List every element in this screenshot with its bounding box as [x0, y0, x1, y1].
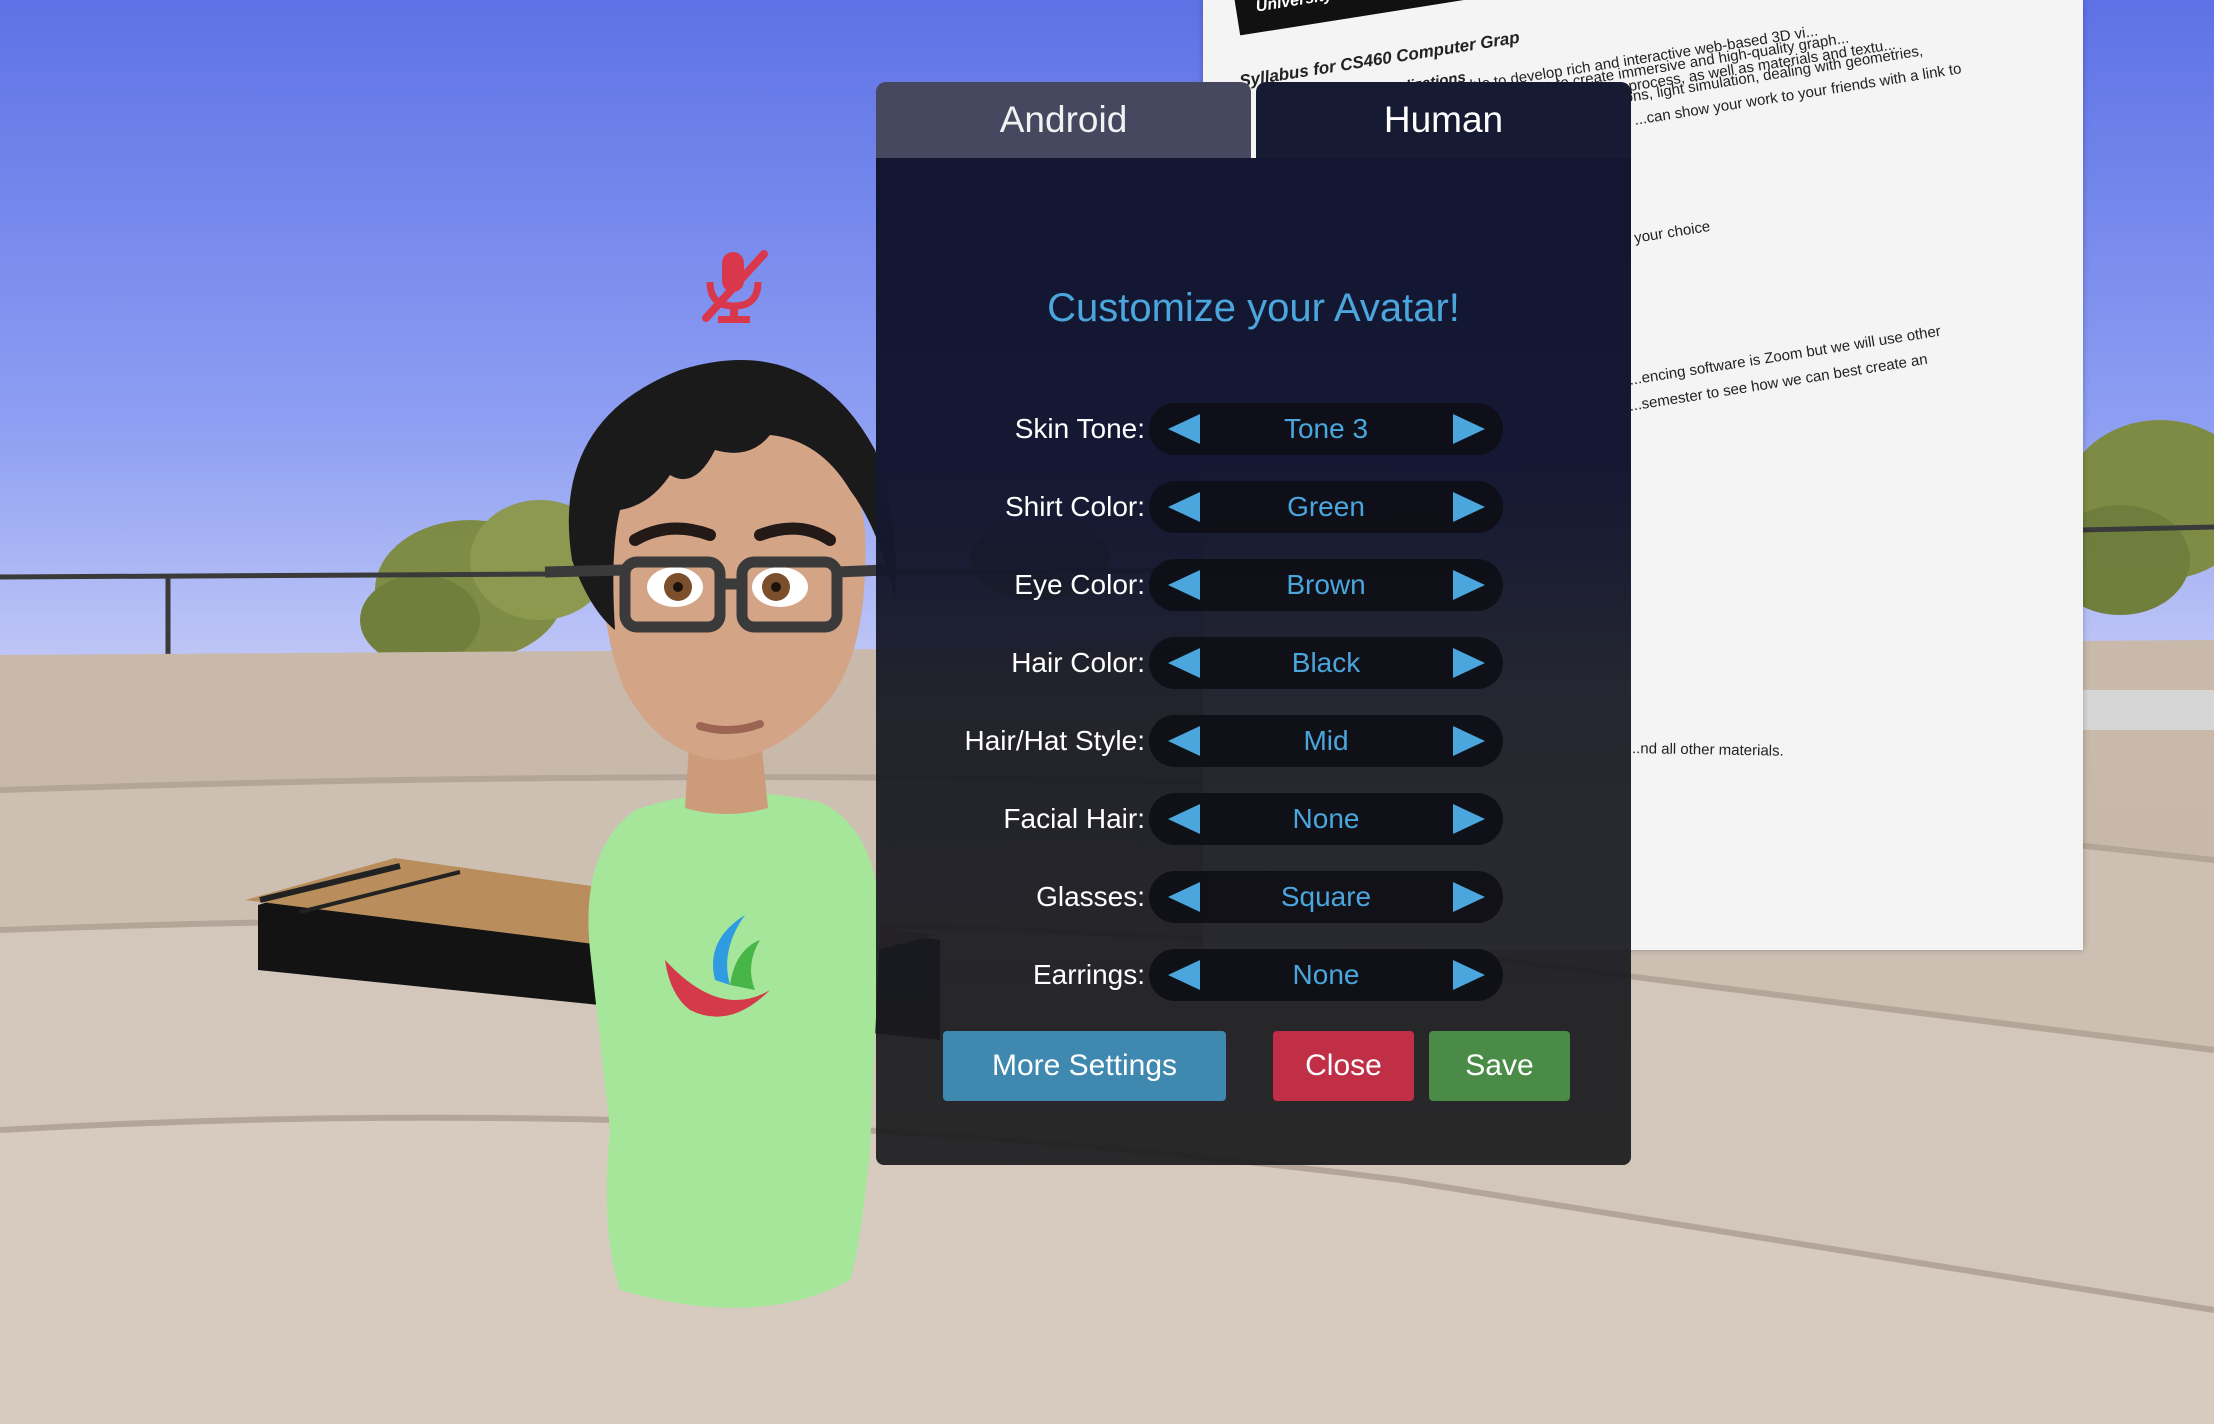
- board-line: ...nd all other materials.: [1627, 740, 1784, 760]
- avatar-shirt: [588, 792, 880, 1308]
- arrow-right-icon[interactable]: [1449, 877, 1489, 917]
- avatar-customize-panel: Android Human Customize your Avatar! Ski…: [876, 82, 1631, 1165]
- option-row-earrings: Earrings: None: [876, 949, 1631, 1001]
- panel-title: Customize your Avatar!: [1047, 286, 1460, 330]
- arrow-right-icon[interactable]: [1449, 409, 1489, 449]
- arrow-left-icon[interactable]: [1164, 409, 1204, 449]
- option-selector: Tone 3: [1149, 403, 1503, 455]
- option-row-skin-tone: Skin Tone: Tone 3: [876, 403, 1631, 455]
- option-row-facial-hair: Facial Hair: None: [876, 793, 1631, 845]
- option-row-glasses: Glasses: Square: [876, 871, 1631, 923]
- option-row-shirt-color: Shirt Color: Green: [876, 481, 1631, 533]
- university-label: University: [1254, 0, 1334, 16]
- option-row-eye-color: Eye Color: Brown: [876, 559, 1631, 611]
- arrow-right-icon[interactable]: [1449, 487, 1489, 527]
- avatar: [544, 360, 896, 1308]
- option-value: None: [1292, 959, 1360, 990]
- option-value: Tone 3: [1283, 413, 1369, 444]
- arrow-left-icon[interactable]: [1164, 565, 1204, 605]
- tab-human[interactable]: Human: [1256, 82, 1631, 158]
- board-line: your choice: [1633, 217, 1712, 247]
- microphone-muted-icon: [702, 250, 768, 323]
- arrow-left-icon[interactable]: [1164, 955, 1204, 995]
- arrow-right-icon[interactable]: [1449, 955, 1489, 995]
- option-label: Hair/Hat Style:: [964, 725, 1146, 756]
- arrow-right-icon[interactable]: [1449, 721, 1489, 761]
- option-label: Shirt Color:: [1004, 491, 1145, 522]
- more-settings-button[interactable]: More Settings: [943, 1031, 1226, 1101]
- university-banner: University: [1233, 0, 1537, 36]
- option-selector: Brown: [1149, 559, 1503, 611]
- option-value: Black: [1291, 647, 1361, 678]
- arrow-left-icon[interactable]: [1164, 721, 1204, 761]
- option-row-hair-hat-style: Hair/Hat Style: Mid: [876, 715, 1631, 767]
- arrow-left-icon[interactable]: [1164, 799, 1204, 839]
- arrow-right-icon[interactable]: [1449, 565, 1489, 605]
- option-label: Glasses:: [1036, 881, 1145, 912]
- option-selector: Black: [1149, 637, 1503, 689]
- tab-android[interactable]: Android: [876, 82, 1251, 158]
- option-selector: Mid: [1149, 715, 1503, 767]
- option-value: Green: [1287, 491, 1365, 522]
- option-row-hair-color: Hair Color: Black: [876, 637, 1631, 689]
- option-value: Mid: [1303, 725, 1349, 756]
- option-label: Eye Color:: [1014, 569, 1145, 600]
- option-selector: Square: [1149, 871, 1503, 923]
- arrow-right-icon[interactable]: [1449, 643, 1489, 683]
- option-value: None: [1292, 803, 1360, 834]
- option-value: Square: [1280, 881, 1372, 912]
- arrow-left-icon[interactable]: [1164, 877, 1204, 917]
- option-label: Facial Hair:: [1003, 803, 1145, 834]
- arrow-right-icon[interactable]: [1449, 799, 1489, 839]
- arrow-left-icon[interactable]: [1164, 643, 1204, 683]
- option-label: Skin Tone:: [1014, 413, 1145, 444]
- option-label: Hair Color:: [1011, 647, 1145, 678]
- option-selector: None: [1149, 949, 1503, 1001]
- arrow-left-icon[interactable]: [1164, 487, 1204, 527]
- panel-body: Customize your Avatar! Skin Tone: Tone 3…: [876, 158, 1631, 1165]
- option-selector: Green: [1149, 481, 1503, 533]
- option-value: Brown: [1286, 569, 1366, 600]
- save-button[interactable]: Save: [1429, 1031, 1570, 1101]
- option-label: Earrings:: [1032, 959, 1145, 990]
- close-button[interactable]: Close: [1273, 1031, 1414, 1101]
- option-selector: None: [1149, 793, 1503, 845]
